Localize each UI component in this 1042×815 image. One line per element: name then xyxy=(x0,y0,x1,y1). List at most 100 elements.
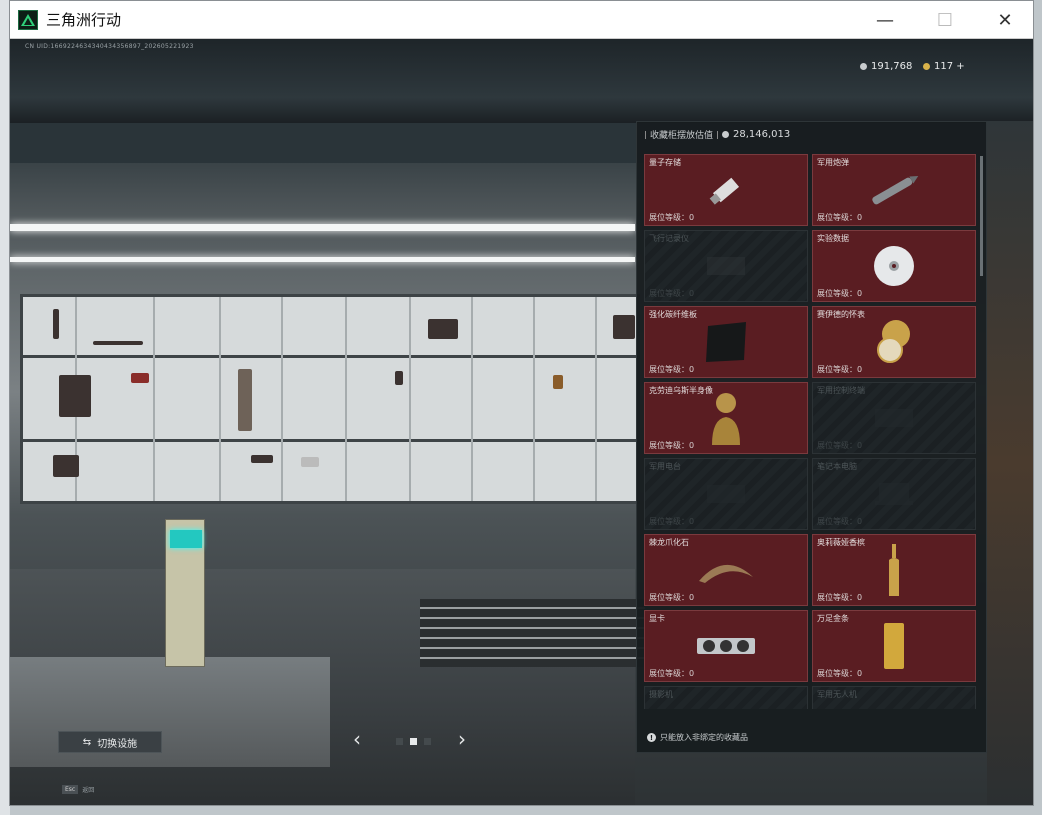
display-item xyxy=(553,375,563,389)
slot-name: 军用炮弹 xyxy=(817,158,849,167)
minimize-button[interactable]: — xyxy=(855,1,915,39)
slot-level: 展位等级：0 xyxy=(817,593,863,602)
collection-slot[interactable]: 实验数据展位等级：0 xyxy=(812,230,976,302)
slot-name: 克劳迪乌斯半身像 xyxy=(649,386,713,395)
slot-level: 展位等级：0 xyxy=(817,365,863,374)
disc-icon xyxy=(871,243,917,289)
display-item xyxy=(53,309,59,339)
background-right xyxy=(987,121,1033,805)
slot-level: 展位等级：0 xyxy=(649,289,695,298)
close-button[interactable]: ✕ xyxy=(975,1,1033,39)
display-item xyxy=(59,375,91,417)
collection-slot[interactable]: 量子存储展位等级：0 xyxy=(644,154,808,226)
collection-slot[interactable]: 军用电台 展位等级：0 xyxy=(644,458,808,530)
collection-slot[interactable]: 显卡展位等级：0 xyxy=(644,610,808,682)
gold-bar-icon xyxy=(882,621,906,671)
esc-hint[interactable]: Esc 返回 xyxy=(62,785,94,794)
bust-icon xyxy=(706,389,746,447)
shelf xyxy=(23,439,637,442)
page-indicator-active[interactable] xyxy=(410,738,417,745)
slot-name: 棘龙爪化石 xyxy=(649,538,689,547)
collection-slot[interactable]: 军用无人机 xyxy=(812,686,976,709)
collection-slot[interactable]: 棘龙爪化石展位等级：0 xyxy=(644,534,808,606)
shelf-divider xyxy=(219,297,221,501)
collection-slot[interactable]: 军用控制终端 展位等级：0 xyxy=(812,382,976,454)
slot-name: 显卡 xyxy=(649,614,665,623)
slot-level: 展位等级：0 xyxy=(817,289,863,298)
slot-name: 飞行记录仪 xyxy=(649,234,689,243)
display-item xyxy=(428,319,458,339)
light-strip xyxy=(10,224,635,231)
control-terminal-icon xyxy=(869,403,919,433)
switch-icon: ⇆ xyxy=(82,736,92,748)
radio-icon xyxy=(701,479,751,509)
slot-name: 强化碳纤维板 xyxy=(649,310,697,319)
slot-level: 展位等级：0 xyxy=(649,669,695,678)
collection-slot[interactable]: 军用炮弹展位等级：0 xyxy=(812,154,976,226)
shelf-divider xyxy=(345,297,347,501)
slot-level: 展位等级：0 xyxy=(817,517,863,526)
gold-currency[interactable]: 117 + xyxy=(923,61,965,72)
display-item xyxy=(131,373,149,383)
shelf-divider xyxy=(409,297,411,501)
esc-key: Esc xyxy=(62,785,79,794)
slot-name: 赛伊德的怀表 xyxy=(817,310,865,319)
flight-recorder-icon xyxy=(701,251,751,281)
facility-terminal[interactable] xyxy=(165,519,205,667)
collection-grid: 量子存储 展位等级：0 军用炮弹 展位等级：0 飞行记录仪 展位等级：0 实验数据 展位等级：… xyxy=(644,154,980,709)
display-item xyxy=(613,315,635,339)
window-title: 三角洲行动 xyxy=(46,11,122,29)
shelf-divider xyxy=(153,297,155,501)
collection-slot[interactable]: 摄影机 xyxy=(644,686,808,709)
silver-amount: 191,768 xyxy=(871,61,913,72)
artillery-shell-icon xyxy=(864,175,924,205)
collection-slot[interactable]: 万足金条 展位等级：0 xyxy=(812,610,976,682)
slot-name: 量子存储 xyxy=(649,158,681,167)
panel-value: 28,146,013 xyxy=(733,129,791,140)
collection-slot[interactable]: 强化碳纤维板 展位等级：0 xyxy=(644,306,808,378)
shelf-divider xyxy=(281,297,283,501)
collection-slot[interactable]: 赛伊德的怀表 展位等级：0 xyxy=(812,306,976,378)
maximize-button[interactable]: ☐ xyxy=(915,1,975,39)
page-indicator[interactable] xyxy=(396,738,403,745)
pocket-watch-icon xyxy=(870,316,918,368)
slot-level: 展位等级：0 xyxy=(649,213,695,222)
panel-footer: ! 只能放入非绑定的收藏品 xyxy=(647,732,748,743)
page-indicator[interactable] xyxy=(424,738,431,745)
slot-name: 军用电台 xyxy=(649,462,681,471)
display-item xyxy=(251,455,273,463)
esc-label: 返回 xyxy=(82,787,95,794)
next-arrow-icon[interactable]: › xyxy=(458,727,466,751)
desktop: 三角洲行动 — ☐ ✕ CN UID:166922463434043435689… xyxy=(0,0,1042,815)
switch-facility-button[interactable]: ⇆ 切换设施 xyxy=(58,731,162,753)
slot-name: 实验数据 xyxy=(817,234,849,243)
gpu-icon xyxy=(695,632,757,660)
collection-slot[interactable]: 笔记本电脑展位等级：0 xyxy=(812,458,976,530)
panel-header: 收藏柜摆放估值 28,146,013 xyxy=(645,128,790,141)
prev-arrow-icon[interactable]: ‹ xyxy=(353,727,361,751)
claw-fossil-icon xyxy=(695,555,757,585)
display-item xyxy=(93,341,143,345)
carbon-plate-icon xyxy=(702,320,750,364)
slot-name: 万足金条 xyxy=(817,614,849,623)
collection-slot[interactable]: 奥莉薇娅香槟 展位等级：0 xyxy=(812,534,976,606)
session-id: CN UID:1669224634340434356897_2026052219… xyxy=(25,43,194,50)
slot-name: 笔记本电脑 xyxy=(817,462,857,471)
slot-level: 展位等级：0 xyxy=(649,593,695,602)
gold-amount: 117 + xyxy=(934,61,965,72)
slot-level: 展位等级：0 xyxy=(649,365,695,374)
display-item xyxy=(301,457,319,467)
display-item xyxy=(238,369,252,431)
title-bar[interactable]: 三角洲行动 — ☐ ✕ xyxy=(10,1,1033,39)
collection-slot[interactable]: 克劳迪乌斯半身像 展位等级：0 xyxy=(644,382,808,454)
collection-slot[interactable]: 飞行记录仪展位等级：0 xyxy=(644,230,808,302)
scrollbar[interactable] xyxy=(980,156,983,276)
light-strip xyxy=(10,257,635,262)
collection-panel: 收藏柜摆放估值 28,146,013 量子存储 展位等级：0 军用炮弹 展位等级：0 飞… xyxy=(636,121,987,753)
shelf xyxy=(23,355,637,358)
game-window: 三角洲行动 — ☐ ✕ CN UID:166922463434043435689… xyxy=(9,0,1034,806)
close-icon: ✕ xyxy=(997,9,1013,31)
switch-facility-label: 切换设施 xyxy=(97,738,138,750)
game-viewport[interactable]: CN UID:1669224634340434356897_2026052219… xyxy=(10,39,1033,805)
slot-level: 展位等级：0 xyxy=(817,213,863,222)
